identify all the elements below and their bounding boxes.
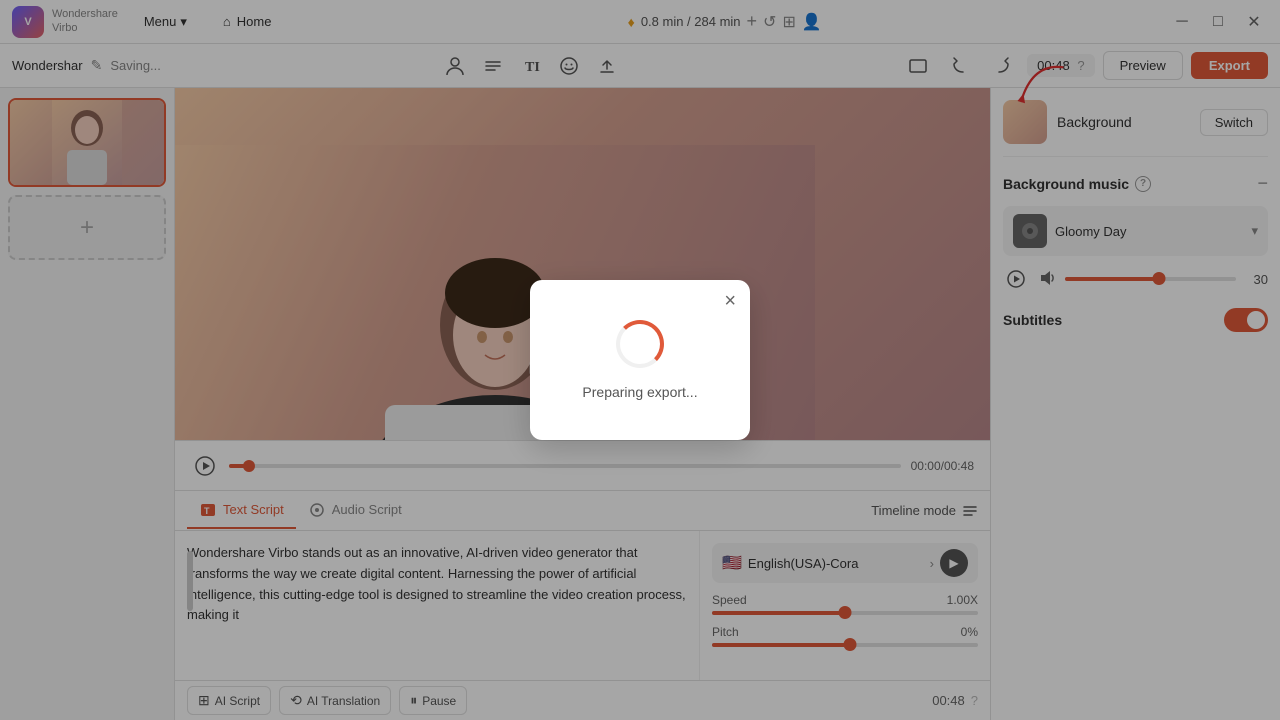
loading-spinner (616, 320, 664, 368)
modal-close-button[interactable]: × (724, 290, 736, 313)
modal-overlay[interactable]: × Preparing export... (0, 0, 1280, 720)
modal-preparing-text: Preparing export... (582, 384, 697, 400)
export-modal: × Preparing export... (530, 280, 750, 440)
